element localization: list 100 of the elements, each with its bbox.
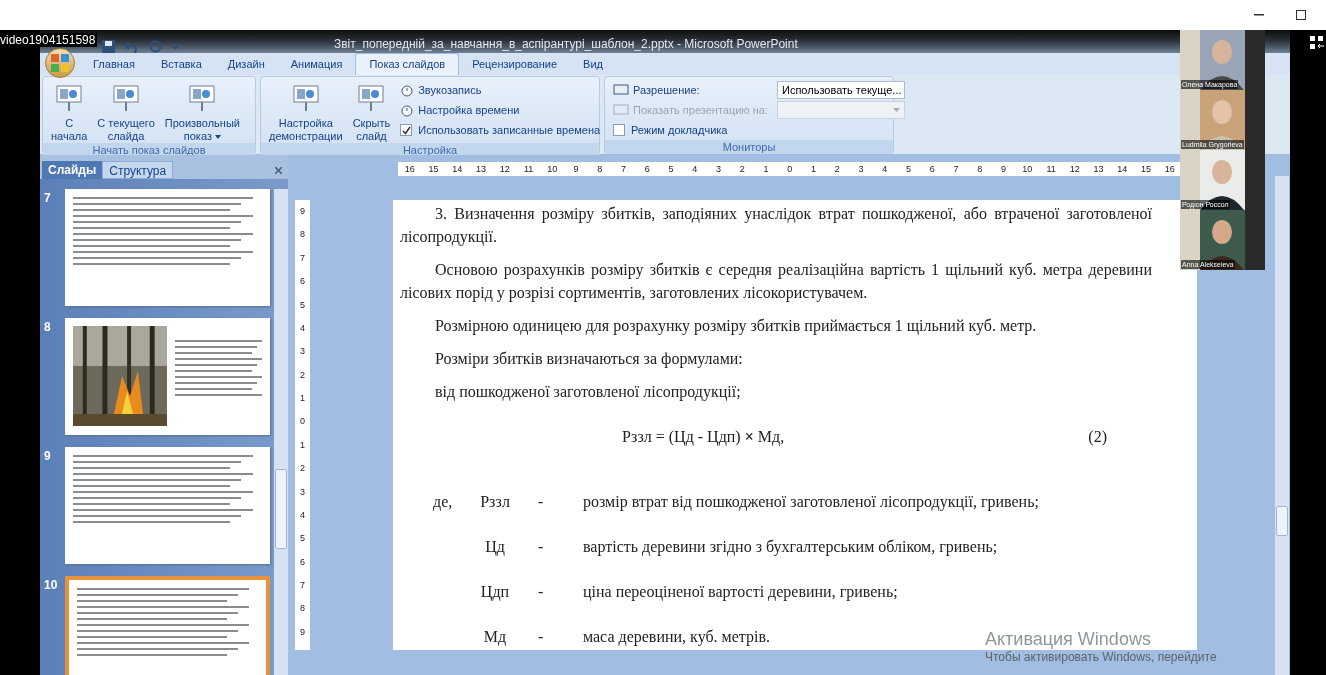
projector-screen-icon — [54, 83, 85, 113]
projector-screen-icon — [356, 83, 387, 113]
ruler-number: 12 — [498, 163, 511, 176]
close-icon[interactable] — [275, 167, 282, 174]
slide-thumbnail[interactable] — [65, 576, 270, 675]
definition-text: розмір втрат від пошкодженої заготовленої лісопродукції, гривень; — [583, 491, 1039, 513]
ruler-number: 4 — [299, 322, 306, 335]
checkbox[interactable] — [400, 124, 413, 136]
scrollbar[interactable] — [274, 189, 288, 675]
ribbon-command[interactable]: Звукозапись — [400, 80, 601, 100]
window-title: Звіт_попередній_за_навчання_в_аспірантурі_шаблон_2.pptx - Microsoft PowerPoint — [334, 35, 798, 53]
slide-thumbnail[interactable] — [65, 189, 270, 306]
stopwatch-icon — [400, 83, 415, 97]
ruler-number: 8 — [596, 163, 604, 176]
slide-number: 9 — [43, 448, 52, 465]
ribbon-tab[interactable]: Показ слайдов — [355, 53, 460, 75]
ruler-number: 6 — [643, 163, 651, 176]
definition-lead: де, — [433, 492, 453, 510]
ruler-number: 5 — [667, 163, 675, 176]
projector-screen-icon — [290, 83, 321, 113]
ribbon-command[interactable]: Настройка демонстрации — [265, 79, 347, 143]
symbol: Цдп — [479, 581, 511, 603]
undo-icon[interactable] — [125, 40, 139, 53]
ruler-number: 9 — [1000, 163, 1008, 176]
ruler-number: 0 — [786, 163, 794, 176]
ribbon-command[interactable]: Скрыть слайд — [348, 79, 395, 143]
paragraph: Розміри збитків визначаються за формулами: — [434, 349, 744, 370]
ruler-number: 7 — [952, 163, 960, 176]
ruler-number: 2 — [738, 163, 746, 176]
dash: - — [538, 581, 545, 602]
ruler-number: 14 — [1116, 163, 1129, 176]
ruler-number: 10 — [1021, 163, 1034, 176]
ruler-number: 8 — [299, 603, 306, 616]
dash: - — [538, 536, 545, 557]
ribbon-command[interactable]: С начала — [47, 79, 92, 143]
ruler-number: 4 — [691, 163, 699, 176]
customize-caret-icon[interactable] — [172, 43, 179, 50]
ruler-number: 7 — [299, 580, 306, 592]
ribbon-tab[interactable]: Анимация — [277, 53, 356, 75]
ruler-number: 9 — [299, 206, 306, 218]
ruler-number: 15 — [1140, 163, 1153, 176]
pane-tab[interactable]: Структура — [102, 161, 174, 179]
ribbon-tab[interactable]: Главная — [80, 53, 148, 75]
ruler-number: 0 — [299, 416, 306, 429]
checkbox[interactable] — [613, 124, 625, 136]
ruler-number: 1 — [762, 163, 770, 176]
definition-text: ціна переоціненої вартості деревини, гривень; — [583, 581, 898, 603]
ruler-number: 8 — [299, 229, 306, 242]
ribbon-tab[interactable]: Вид — [570, 53, 616, 75]
ruler-number: 8 — [976, 163, 984, 176]
pane-tab[interactable]: Слайды — [42, 161, 103, 179]
ribbon-tab[interactable]: Дизайн — [214, 53, 278, 75]
ribbon-command[interactable]: Настройка времени — [400, 100, 601, 120]
monitor-icon — [613, 104, 629, 116]
slide-number: 10 — [43, 577, 59, 594]
formula: Рззл = (Цд - Цдп) × Мд, — [622, 427, 785, 448]
ruler-number: 4 — [881, 163, 889, 176]
ruler-number: 9 — [572, 163, 580, 176]
slide-thumbnail[interactable] — [65, 318, 270, 435]
ribbon-command[interactable]: С текущего слайда — [93, 79, 159, 143]
paragraph: від пошкодженої заготовленої лісопродукції; — [434, 382, 742, 403]
ruler-number: 13 — [475, 163, 488, 176]
definition-text: вартість деревини згідно з бухгалтерським обліком, гривень; — [583, 536, 998, 558]
layout-toggle-icon[interactable] — [1310, 36, 1324, 49]
slide-thumbnail[interactable] — [65, 447, 270, 564]
ruler-number: 14 — [451, 163, 464, 176]
ruler-number: 5 — [299, 533, 306, 546]
ruler-number: 10 — [546, 163, 559, 176]
ruler-number: 4 — [299, 509, 306, 522]
ruler-number: 5 — [299, 299, 306, 312]
dash: - — [538, 626, 545, 647]
slide-number: 8 — [43, 319, 52, 336]
ribbon-command[interactable]: Произвольный показ — [160, 79, 244, 143]
field-label: Разрешение: — [633, 82, 701, 98]
minimize-icon[interactable] — [1254, 14, 1264, 16]
ruler-number: 2 — [833, 163, 841, 176]
ruler-number: 12 — [1068, 163, 1081, 176]
group-label: Мониторы — [605, 140, 893, 154]
ribbon-tab[interactable]: Вставка — [147, 53, 215, 75]
ruler-number: 16 — [403, 163, 416, 176]
ruler-number: 5 — [905, 163, 913, 176]
stopwatch-icon — [400, 103, 415, 117]
office-logo-icon — [50, 53, 70, 73]
ruler-number: 6 — [299, 556, 306, 569]
ruler-number: 3 — [299, 346, 306, 359]
ribbon-tab[interactable]: Рецензирование — [459, 53, 571, 75]
ruler-number: 13 — [1092, 163, 1105, 176]
maximize-icon[interactable] — [1296, 10, 1306, 20]
office-button[interactable] — [45, 48, 75, 78]
dropdown[interactable]: Использовать текуще... — [777, 81, 905, 99]
ruler-number: 2 — [299, 369, 306, 382]
activation-note: Чтобы активировать Windows, перейдите — [985, 650, 1217, 665]
save-icon[interactable] — [102, 40, 115, 53]
ruler-number: 2 — [299, 463, 306, 476]
field-label: Показать презентацию на: — [633, 102, 769, 118]
ruler-number: 16 — [1163, 163, 1176, 176]
scrollbar[interactable] — [1275, 176, 1289, 675]
symbol: Рззл — [479, 491, 511, 512]
ruler-number: 3 — [299, 486, 306, 499]
dash: - — [538, 491, 545, 512]
